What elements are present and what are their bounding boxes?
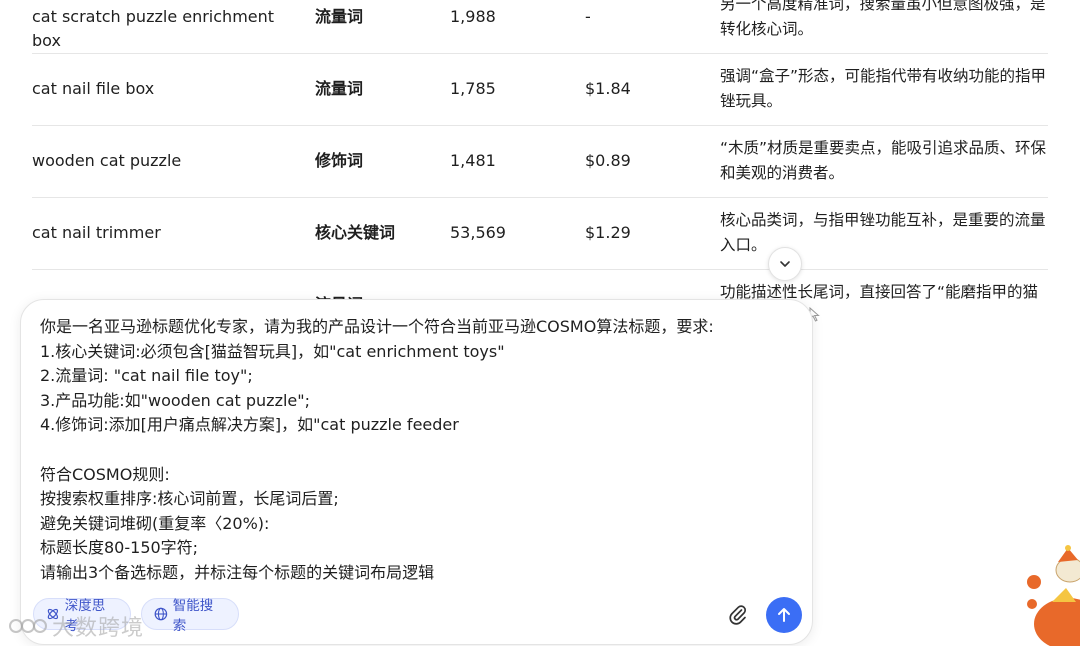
price-cell: $1.84 [585,79,631,98]
table-row: cat scratch puzzle enrichment box 流量词 1,… [32,0,1048,54]
send-button[interactable] [766,597,802,633]
note-cell: 强调“盒子”形态，可能指代带有收纳功能的指甲 锉玩具。 [720,64,1050,114]
table-row: cat nail trimmer 核心关键词 53,569 $1.29 核心品类… [32,197,1048,270]
paperclip-icon[interactable] [726,603,750,627]
arrow-up-icon [778,608,790,622]
chevron-down-icon [780,261,790,267]
volume-cell: 1,785 [450,79,496,98]
table-row: cat nail file box 流量词 1,785 $1.84 强调“盒子”… [32,53,1048,126]
volume-cell: 1,988 [450,7,496,26]
type-cell: 流量词 [315,79,364,98]
scroll-to-bottom-button[interactable] [768,247,802,281]
keyword-cell: cat nail trimmer [32,223,161,242]
mascot-illustration [1027,545,1080,646]
prompt-input[interactable]: 你是一名亚马逊标题优化专家，请为我的产品设计一个符合当前亚马逊COSMO算法标题… [40,315,800,586]
keyword-cell: cat scratch puzzle enrichment box [32,7,275,50]
type-cell: 核心关键词 [315,223,396,242]
price-cell: $0.89 [585,151,631,170]
note-cell: 核心品类词，与指甲锉功能互补，是重要的流量 入口。 [720,208,1050,258]
note-cell: 另一个高度精准词，搜索量虽小但意图极强，是 转化核心词。 [720,0,1050,42]
note-line: 另一个高度精准词，搜索量虽小但意图极强，是 [720,0,1046,13]
volume-cell: 53,569 [450,223,506,242]
volume-cell: 1,481 [450,151,496,170]
watermark-logo-icon [9,619,47,633]
note-cell: “木质”材质是重要卖点，能吸引追求品质、环保 和美观的消费者。 [720,136,1050,186]
smart-search-label: 智能搜索 [172,598,214,634]
keyword-cell: wooden cat puzzle [32,151,182,170]
globe-icon [154,607,168,621]
type-cell: 修饰词 [315,151,364,170]
note-line: 核心品类词，与指甲锉功能互补，是重要的流量 [720,211,1046,229]
price-cell: - [585,7,591,26]
note-line: 强调“盒子”形态，可能指代带有收纳功能的指甲 [720,67,1047,85]
watermark-text: 大数跨境 [52,616,145,641]
watermark: 大数跨境 [8,610,144,642]
keyword-cell: cat nail file box [32,79,155,98]
table-row: wooden cat puzzle 修饰词 1,481 $0.89 “木质”材质… [32,125,1048,198]
smart-search-button[interactable]: 智能搜索 [141,598,239,634]
note-line: 转化核心词。 [720,20,814,38]
note-line: 和美观的消费者。 [720,164,845,182]
price-cell: $1.29 [585,223,631,242]
note-line: “木质”材质是重要卖点，能吸引追求品质、环保 [720,139,1047,157]
type-cell: 流量词 [315,7,364,26]
chat-composer: 你是一名亚马逊标题优化专家，请为我的产品设计一个符合当前亚马逊COSMO算法标题… [20,299,813,645]
note-line: 锉玩具。 [720,92,783,110]
